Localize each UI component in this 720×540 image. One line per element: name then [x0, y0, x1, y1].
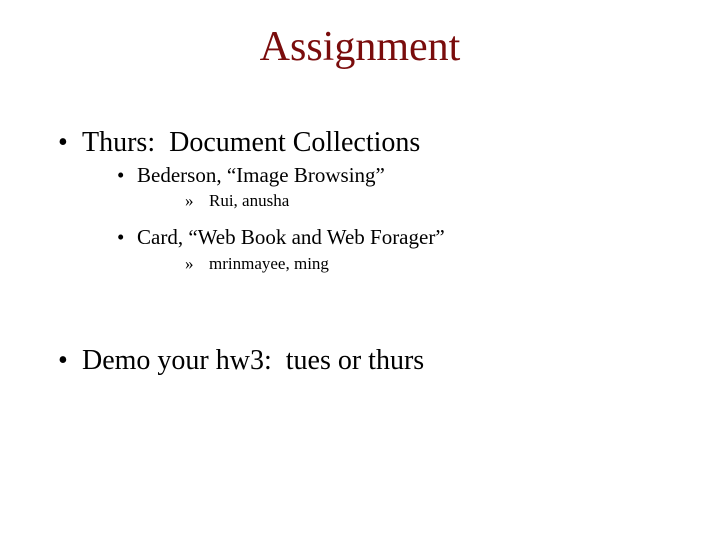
slide-title: Assignment: [259, 24, 461, 70]
bullet-icon: •: [58, 345, 68, 376]
bullet-text: Demo your hw3: tues or thurs: [82, 345, 425, 376]
bullet-item-demo: • Demo your hw3: tues or thurs: [30, 310, 424, 412]
bullet-icon: •: [117, 163, 125, 187]
bullet-text: mrinmayee, ming: [209, 254, 329, 273]
bullet-icon: •: [117, 225, 125, 249]
chevron-bullet-icon: »: [185, 254, 194, 273]
bullet-icon: •: [58, 127, 68, 158]
sub-sub-bullet-mrinmayee-ming: » mrinmayee, ming: [168, 231, 329, 297]
